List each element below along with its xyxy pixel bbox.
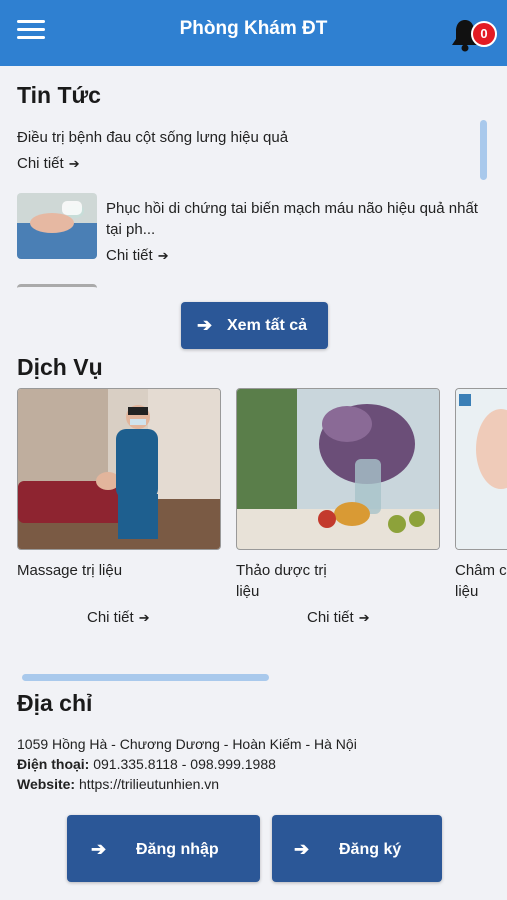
login-button[interactable]: ➔ Đăng nhập	[67, 815, 260, 882]
services-scrollbar[interactable]	[22, 674, 269, 681]
app-header: Phòng Khám ĐT 0	[0, 0, 507, 66]
news-item-2-thumbnail[interactable]	[17, 193, 97, 259]
detail-label: Chi tiết	[307, 609, 354, 626]
notification-badge: 0	[471, 21, 497, 47]
address-section-title: Địa chỉ	[17, 690, 93, 716]
arrow-right-icon: ➔	[91, 839, 107, 859]
arrow-right-icon: ➔	[294, 839, 310, 859]
service-3-name-clip: Châm cứu trị liệu	[455, 560, 507, 604]
phone-label: Điện thoại:	[17, 756, 90, 772]
service-1-detail-link[interactable]: Chi tiết ➔	[87, 609, 150, 626]
address-line: 1059 Hồng Hà - Chương Dương - Hoàn Kiếm …	[17, 736, 357, 752]
arrow-right-icon: ➔	[358, 610, 370, 625]
phone-line: Điện thoại: 091.335.8118 - 098.999.1988	[17, 756, 276, 772]
arrow-right-icon: ➔	[138, 610, 150, 625]
arrow-right-icon: ➔	[157, 248, 169, 263]
register-button[interactable]: ➔ Đăng ký	[272, 815, 442, 882]
app-title: Phòng Khám ĐT	[179, 18, 328, 39]
detail-label: Chi tiết	[17, 155, 64, 172]
service-3-name: Châm cứu trị liệu	[455, 562, 507, 600]
news-item-2-text[interactable]: Phục hồi di chứng tai biến mạch máu não …	[106, 198, 481, 240]
login-label: Đăng nhập	[136, 841, 219, 858]
arrow-right-icon: ➔	[68, 156, 80, 171]
phone-value: 091.335.8118 - 098.999.1988	[93, 756, 276, 772]
service-2-name: Thảo dược trị liệu	[236, 562, 327, 600]
service-card-acupuncture-image[interactable]	[455, 388, 507, 550]
view-all-button[interactable]: ➔ Xem tất cả	[181, 302, 328, 349]
services-section-title: Dịch Vụ	[17, 354, 103, 380]
service-card-herbal-image[interactable]	[236, 388, 440, 550]
service-2-detail-link[interactable]: Chi tiết ➔	[307, 609, 370, 626]
detail-label: Chi tiết	[87, 609, 134, 626]
detail-label: Chi tiết	[106, 247, 153, 264]
news-section-title: Tin Tức	[17, 82, 101, 108]
news-item-1-detail-link[interactable]: Chi tiết ➔	[17, 155, 80, 172]
news-item-3-thumbnail-partial	[17, 284, 97, 295]
news-item-2-detail-link[interactable]: Chi tiết ➔	[106, 247, 169, 264]
website-value: https://trilieutunhien.vn	[78, 776, 220, 792]
view-all-label: Xem tất cả	[227, 317, 308, 334]
website-line: Website: https://trilieutunhien.vn	[17, 776, 219, 792]
news-item-1-text[interactable]: Điều trị bệnh đau cột sống lưng hiệu quả	[17, 127, 457, 148]
service-1-name: Massage trị liệu	[17, 562, 123, 579]
service-card-massage-image[interactable]	[17, 388, 221, 550]
news-scrollbar[interactable]	[480, 120, 487, 180]
register-label: Đăng ký	[339, 841, 402, 858]
website-label: Website:	[17, 776, 76, 792]
arrow-right-icon: ➔	[197, 315, 213, 335]
